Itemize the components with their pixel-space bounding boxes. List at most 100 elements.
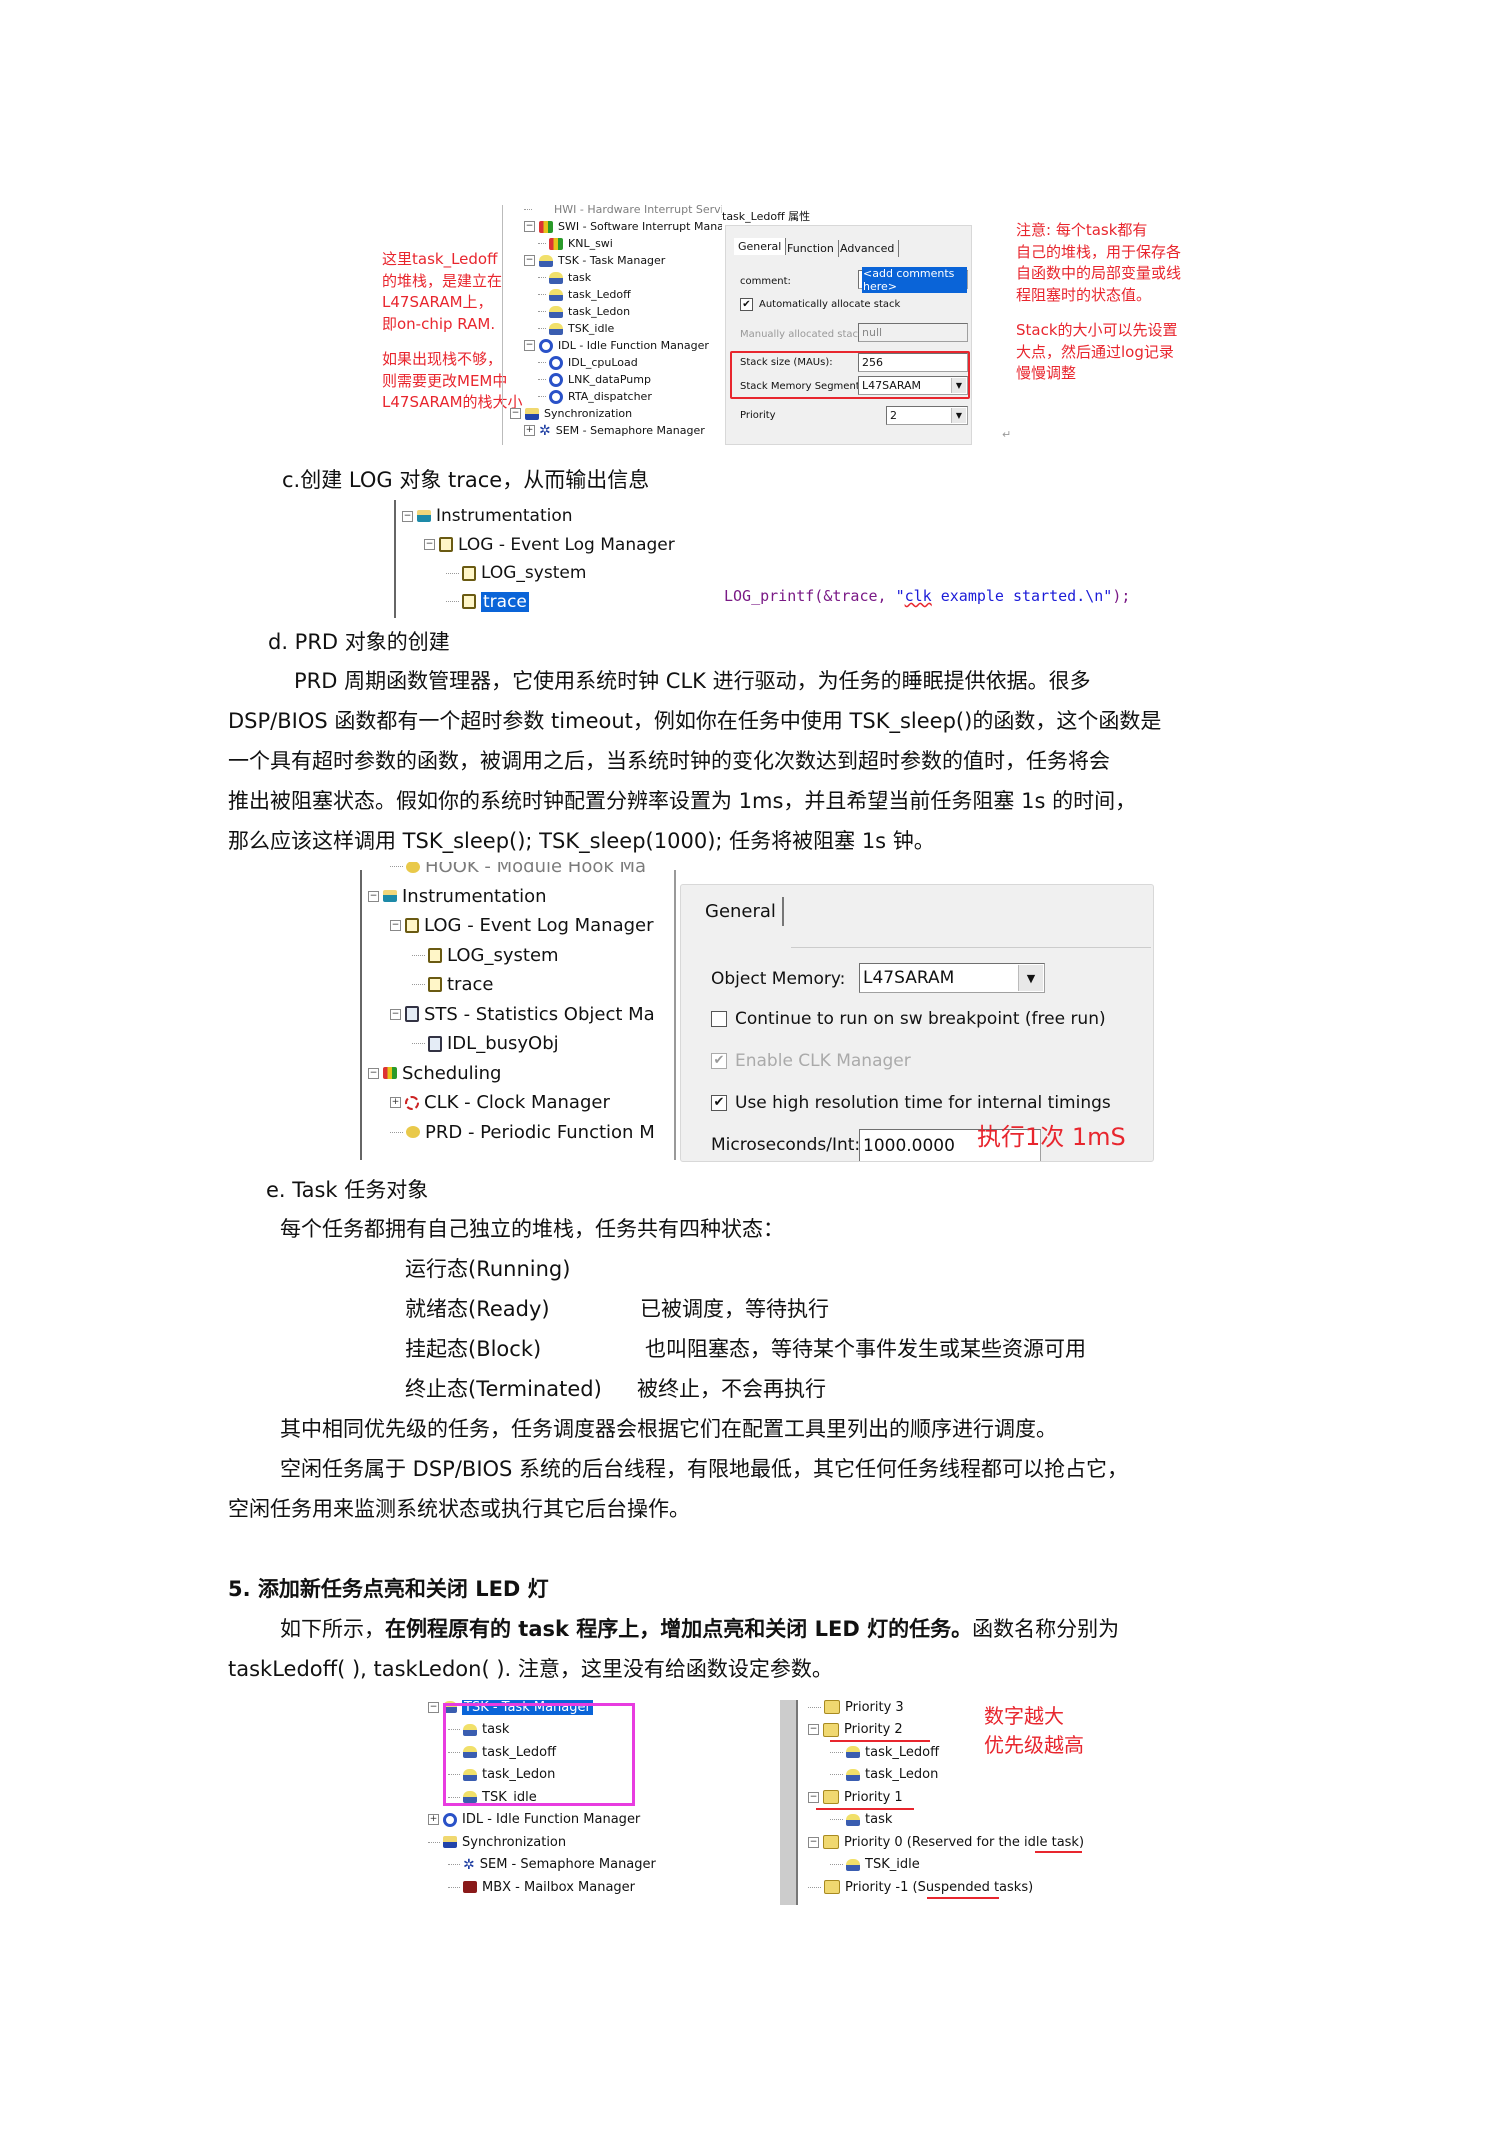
state-terminated: 终止态(Terminated) 被终止，不会再执行 (405, 1377, 826, 1401)
free-run-checkbox[interactable]: Continue to run on sw breakpoint (free r… (711, 1009, 1106, 1029)
collapse-icon[interactable]: − (428, 1701, 439, 1713)
tree-item[interactable]: task_Ledon (830, 1764, 938, 1787)
tree-item[interactable]: task (538, 269, 591, 286)
stack-segment-select[interactable]: L47SARAM ▼ (858, 376, 968, 395)
tab-general[interactable]: General (699, 897, 784, 926)
tree-item-label: HWI - Hardware Interrupt Servi (554, 205, 722, 216)
object-memory-select[interactable]: L47SARAM ▼ (859, 963, 1045, 993)
tree-item[interactable]: − SWI - Software Interrupt Manag (524, 218, 722, 235)
annotation-1ms: 执行1次 1mS (977, 1123, 1126, 1151)
tree-item[interactable]: MBX - Mailbox Manager (448, 1876, 635, 1899)
tree-item[interactable]: − Synchronization (510, 405, 632, 422)
folder-icon (824, 1880, 840, 1895)
tree-item[interactable]: RTA_dispatcher (538, 388, 652, 405)
comment-field[interactable]: <add comments here> (858, 266, 968, 293)
tree-item[interactable]: KNL_swi (538, 235, 613, 252)
tab-strip-line (791, 947, 1151, 948)
expand-icon[interactable]: + (428, 1814, 439, 1826)
folder-i-icon (417, 510, 431, 523)
collapse-icon[interactable]: − (808, 1791, 819, 1803)
tree-item[interactable]: PRD - Periodic Function M (390, 1118, 655, 1148)
tree-item[interactable]: task (830, 1809, 892, 1832)
tree-item[interactable]: trace (412, 970, 493, 1000)
tree-item[interactable]: task_Ledoff (830, 1741, 939, 1764)
tree-item[interactable]: task_Ledoff (538, 286, 631, 303)
tree-item[interactable]: HWI - Hardware Interrupt Servi (524, 205, 722, 218)
auto-allocate-checkbox[interactable]: ✔ Automatically allocate stack (740, 298, 900, 311)
tree-connector (448, 1864, 460, 1866)
collapse-icon[interactable]: − (524, 340, 535, 351)
tree-item[interactable]: TSK_idle (830, 1854, 920, 1877)
collapse-icon[interactable]: − (808, 1836, 819, 1848)
tree-item[interactable]: + IDL - Idle Function Manager (428, 1809, 640, 1832)
collapse-icon[interactable]: − (808, 1724, 819, 1736)
tree-item-label: TSK_idle (865, 1857, 920, 1873)
priority-select[interactable]: 2 ▼ (886, 406, 968, 425)
tree-item[interactable]: − LOG - Event Log Manager (390, 911, 654, 941)
tree-item[interactable]: − IDL - Idle Function Manager (524, 337, 709, 354)
tree-item-label: TSK - Task Manager (558, 254, 666, 267)
tree-item-label: LOG - Event Log Manager (458, 534, 675, 555)
tree-item[interactable]: − Priority 1 (808, 1786, 903, 1809)
collapse-icon[interactable]: − (402, 510, 413, 522)
config-tree-scheduling: HOOK - Module Hook Ma − Instrumentation − LO… (368, 862, 673, 1158)
collapse-icon[interactable]: − (510, 408, 521, 419)
collapse-icon[interactable]: − (524, 255, 535, 266)
tree-item[interactable]: − TSK - Task Manager (524, 252, 665, 269)
stack-size-field[interactable]: 256 (858, 353, 968, 372)
tree-item[interactable]: − STS - Statistics Object Ma (390, 1000, 655, 1030)
tab-function[interactable]: Function (783, 240, 839, 257)
tree-item[interactable]: TSK_idle (538, 320, 614, 337)
tree-item-label: Priority 0 (Reserved for the idle task) (844, 1834, 1085, 1850)
heading-d: d. PRD 对象的创建 (268, 630, 450, 654)
tree-connector (412, 1043, 425, 1045)
tab-advanced[interactable]: Advanced (836, 240, 900, 257)
collapse-icon[interactable]: − (368, 890, 379, 902)
tree-item[interactable]: task_Ledon (538, 303, 630, 320)
tree-item[interactable]: LOG_system (446, 559, 586, 588)
tree-item[interactable]: + ✲ SEM - Semaphore Manager (524, 422, 705, 439)
tree-connector (446, 572, 459, 574)
tree-item[interactable]: trace (446, 588, 529, 617)
tree-item[interactable]: ✲ SEM - Semaphore Manager (448, 1854, 656, 1877)
folder-icon (824, 1700, 840, 1715)
tree-item[interactable]: − Instrumentation (402, 502, 573, 531)
tree-item[interactable]: Priority -1 (Suspended tasks) (808, 1876, 1033, 1899)
tree-connector (830, 1751, 843, 1753)
expand-icon[interactable]: + (524, 425, 535, 436)
tree-item[interactable]: IDL_busyObj (412, 1029, 559, 1059)
tree-item[interactable]: LOG_system (412, 941, 559, 971)
checkbox-empty-icon (711, 1011, 727, 1027)
manual-stack-field: null (858, 323, 968, 342)
tree-item-label: LNK_dataPump (568, 373, 651, 386)
tree-item-label: IDL - Idle Function Manager (558, 339, 709, 352)
task-icon (549, 271, 563, 284)
log-icon (462, 594, 476, 610)
hwi-icon (535, 205, 549, 216)
tree-item[interactable]: Priority 3 (808, 1696, 904, 1719)
collapse-icon[interactable]: − (368, 1067, 379, 1079)
underline-priority-1 (816, 1808, 914, 1810)
tree-item[interactable]: − Instrumentation (368, 882, 547, 912)
config-tree-tsk: HWI - Hardware Interrupt Servi − SWI - Sof… (510, 205, 722, 445)
tree-item[interactable]: − LOG - Event Log Manager (424, 531, 675, 560)
tree-item[interactable]: − Scheduling (368, 1059, 501, 1089)
high-res-checkbox[interactable]: ✔ Use high resolution time for internal … (711, 1093, 1111, 1113)
tree-item[interactable]: Synchronization (428, 1831, 566, 1854)
tree-item[interactable]: − Priority 2 (808, 1719, 903, 1742)
tree-item[interactable]: IDL_cpuLoad (538, 354, 638, 371)
collapse-icon[interactable]: − (424, 539, 435, 551)
tree-item[interactable]: LNK_dataPump (538, 371, 651, 388)
tree-item[interactable]: + CLK - Clock Manager (390, 1088, 610, 1118)
tree-item-label: Priority 1 (844, 1789, 903, 1805)
collapse-icon[interactable]: − (524, 221, 535, 232)
tree-item[interactable]: HOOK - Module Hook Ma (390, 862, 646, 882)
collapse-icon[interactable]: − (390, 1008, 401, 1020)
tab-general[interactable]: General (734, 238, 787, 255)
checkmark-icon: ✔ (711, 1053, 727, 1069)
code-log-printf: LOG_printf(&trace, "clk example started.… (724, 587, 1131, 605)
collapse-icon[interactable]: − (390, 920, 401, 932)
tree-item-label: LOG_system (481, 563, 587, 584)
tree-item-label: IDL - Idle Function Manager (462, 1812, 641, 1828)
expand-icon[interactable]: + (390, 1097, 401, 1109)
